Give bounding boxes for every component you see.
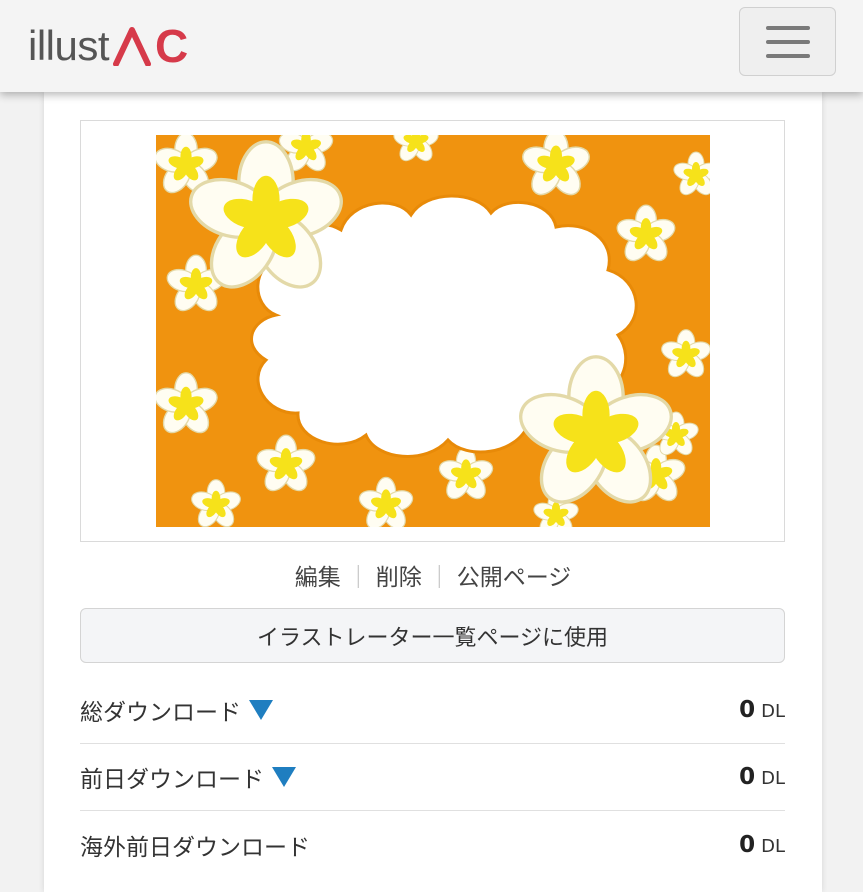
logo-mark: C	[113, 20, 189, 72]
stat-unit: DL	[761, 835, 785, 857]
use-in-illustrator-list-button[interactable]: イラストレーター一覧ページに使用	[80, 608, 785, 663]
stat-value: 0 DL	[739, 764, 785, 790]
illustration-preview-image[interactable]	[156, 135, 710, 527]
stat-label-text: 前日ダウンロード	[80, 767, 264, 793]
hamburger-menu-icon-bar	[765, 53, 810, 58]
stat-unit: DL	[761, 768, 785, 789]
edit-link[interactable]: 編集	[295, 565, 341, 591]
sort-down-icon[interactable]	[272, 767, 296, 787]
stat-label: 海外前日ダウンロード	[80, 828, 310, 862]
illustration-preview-frame	[80, 120, 785, 542]
logo-text: illust	[28, 22, 110, 69]
stat-count: 0	[739, 764, 756, 790]
stat-unit: DL	[761, 701, 785, 722]
stat-label-text: 海外前日ダウンロード	[80, 834, 310, 861]
delete-link[interactable]: 削除	[376, 565, 422, 591]
stat-row-total-downloads: 総ダウンロード 0 DL	[80, 677, 785, 744]
separator: ｜	[346, 565, 370, 591]
plumeria-frame-illustration	[156, 135, 710, 527]
stat-label: 前日ダウンロード	[80, 760, 296, 794]
sort-down-icon[interactable]	[249, 700, 273, 720]
stat-count: 0	[739, 697, 756, 723]
stat-row-previous-day-downloads: 前日ダウンロード 0 DL	[80, 744, 785, 811]
illustration-action-links: 編集｜削除｜公開ページ	[44, 558, 822, 592]
content-card: 編集｜削除｜公開ページ イラストレーター一覧ページに使用 総ダウンロード 0 D…	[44, 92, 822, 892]
app-header: illust C	[0, 0, 863, 92]
stat-value: 0 DL	[739, 832, 785, 858]
stat-label-text: 総ダウンロード	[80, 700, 241, 726]
stat-count: 0	[739, 831, 756, 858]
logo-c: C	[155, 20, 189, 72]
stat-row-overseas-previous-day-downloads: 海外前日ダウンロード 0 DL	[80, 811, 785, 878]
site-logo[interactable]: illust C	[28, 18, 189, 72]
hamburger-menu-icon	[765, 25, 810, 30]
hamburger-menu-icon-bar	[765, 39, 810, 44]
stat-label: 総ダウンロード	[80, 693, 273, 727]
stat-value: 0 DL	[739, 697, 785, 723]
hamburger-menu-button[interactable]	[739, 7, 836, 76]
logo-a-icon	[113, 27, 152, 66]
separator: ｜	[427, 565, 451, 591]
public-page-link[interactable]: 公開ページ	[457, 565, 572, 591]
